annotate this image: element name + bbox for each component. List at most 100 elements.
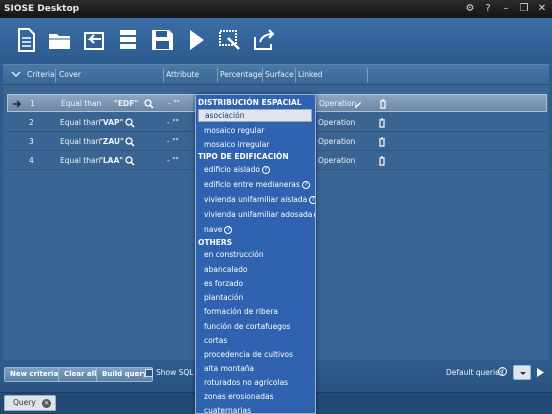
row-linked[interactable]: Operation [318, 137, 355, 146]
row-attribute[interactable]: - "" [167, 156, 179, 165]
column-divider [262, 68, 263, 82]
option-roturados-no-agricolas[interactable]: roturados no agrícolas [198, 376, 312, 389]
play-icon[interactable] [536, 367, 545, 378]
back-icon[interactable] [80, 25, 108, 55]
row-linked[interactable]: Operation [319, 99, 356, 108]
attribute-dropdown[interactable]: DISTRIBUCIÓN ESPACIAL asociación mosaico… [195, 94, 316, 414]
arrow-right-icon [13, 100, 22, 108]
option-es-forzado[interactable]: es forzado [198, 277, 312, 290]
help-icon[interactable]: ? [301, 181, 310, 189]
group-header: DISTRIBUCIÓN ESPACIAL [198, 98, 302, 107]
trash-icon[interactable] [377, 137, 387, 147]
option-zonas-erosionadas[interactable]: zonas erosionadas [198, 390, 312, 403]
edit-select-icon[interactable] [216, 25, 244, 55]
group-header: TIPO DE EDIFICACIÓN [198, 152, 289, 161]
close-button[interactable]: ✕ [536, 2, 548, 15]
restore-button[interactable]: ❐ [518, 2, 530, 15]
edit-icon[interactable] [353, 99, 363, 109]
chevron-down-icon [520, 372, 526, 375]
option-funcion-de-cortafuegos[interactable]: función de cortafuegos [198, 320, 312, 333]
trash-icon[interactable] [377, 118, 387, 128]
row-operator[interactable]: Equal than [60, 118, 100, 127]
row-value[interactable]: "VAP" [99, 118, 123, 127]
option-plantacion[interactable]: plantación [198, 291, 312, 304]
save-icon[interactable] [148, 25, 176, 55]
row-operator[interactable]: Equal than [61, 99, 101, 108]
row-number: 1 [30, 99, 35, 108]
default-queries-dropdown[interactable] [513, 365, 531, 380]
search-icon[interactable] [125, 156, 135, 166]
option-vivienda-adosada[interactable]: vivienda unifamiliar adosada? [198, 208, 315, 221]
option-abancalado[interactable]: abancalado [198, 263, 312, 276]
option-en-construccion[interactable]: en construcción [198, 248, 312, 261]
row-value[interactable]: "ZAU" [99, 137, 124, 146]
row-number: 3 [29, 137, 34, 146]
option-edificio-entre-medianeras[interactable]: edificio entre medianeras? [198, 178, 312, 191]
show-sql-label: Show SQL q [156, 368, 201, 377]
row-linked[interactable]: Operation [318, 118, 355, 127]
option-alta-montana[interactable]: alta montaña [198, 362, 312, 375]
col-linked[interactable]: Linked [298, 70, 322, 79]
show-sql-checkbox[interactable] [145, 369, 153, 377]
gear-icon[interactable]: ⚙ [464, 2, 476, 15]
option-cortas[interactable]: cortas [198, 334, 312, 347]
col-cover[interactable]: Cover [59, 70, 81, 79]
option-asociacion[interactable]: asociación [198, 109, 312, 122]
help-icon[interactable]: ? [224, 226, 233, 234]
row-linked[interactable]: Operation [318, 156, 355, 165]
help-icon[interactable]: ? [482, 2, 494, 15]
help-icon[interactable]: ? [261, 166, 270, 174]
search-icon[interactable] [125, 137, 135, 147]
toolbar [0, 18, 552, 62]
col-percentage[interactable]: Percentage [220, 70, 262, 79]
default-queries-label: Default queries [446, 368, 504, 377]
row-attribute[interactable]: - "" [167, 118, 179, 127]
help-icon[interactable]: ? [309, 196, 315, 204]
close-icon[interactable]: × [42, 399, 51, 408]
option-formacion-de-ribera[interactable]: formación de ribera [198, 305, 312, 318]
col-criteria[interactable]: Criteria [27, 70, 55, 79]
column-header: Criteria Cover Attribute Percentage Surf… [3, 65, 549, 85]
search-icon[interactable] [125, 118, 135, 128]
column-divider [163, 68, 164, 82]
tab-query[interactable]: Query × [4, 395, 56, 411]
option-mosaico-regular[interactable]: mosaico regular [198, 124, 312, 137]
row-operator[interactable]: Equal than [60, 137, 100, 146]
row-number: 2 [29, 118, 34, 127]
minimize-button[interactable]: – [500, 2, 512, 15]
new-criteria-button[interactable]: New criteria [4, 367, 65, 382]
title-bar: SIOSE Desktop ⚙ ? – ❐ ✕ [0, 0, 552, 18]
help-icon[interactable]: ? [314, 211, 315, 219]
col-surface[interactable]: Surface [265, 70, 294, 79]
collapse-icon[interactable] [11, 71, 21, 79]
server-icon[interactable] [114, 25, 142, 55]
column-divider [217, 68, 218, 82]
export-icon[interactable] [250, 25, 278, 55]
open-folder-icon[interactable] [46, 25, 74, 55]
search-icon[interactable] [144, 99, 154, 109]
row-attribute[interactable]: - "" [167, 137, 179, 146]
row-value[interactable]: "LAA" [99, 156, 123, 165]
option-mosaico-irregular[interactable]: mosaico irregular [198, 138, 312, 151]
app-title: SIOSE Desktop [4, 4, 80, 14]
trash-icon[interactable] [378, 99, 388, 109]
help-icon[interactable]: ? [498, 367, 507, 376]
option-vivienda-aislada[interactable]: vivienda unifamiliar aislada? [198, 193, 315, 206]
option-nave[interactable]: nave? [198, 223, 312, 236]
tab-label: Query [13, 398, 36, 407]
option-procedencia-de-cultivos[interactable]: procedencia de cultivos [198, 348, 312, 361]
row-attribute[interactable]: - "" [168, 99, 180, 108]
trash-icon[interactable] [377, 156, 387, 166]
row-operator[interactable]: Equal than [60, 156, 100, 165]
column-divider [367, 68, 368, 82]
option-cuaternarias[interactable]: cuaternarias [198, 404, 312, 413]
col-attribute[interactable]: Attribute [166, 70, 199, 79]
new-document-icon[interactable] [12, 25, 40, 55]
row-value[interactable]: "EDF" [114, 99, 138, 108]
column-divider [55, 68, 56, 82]
group-header: OTHERS [198, 238, 233, 247]
run-icon[interactable] [182, 25, 210, 55]
column-divider [295, 68, 296, 82]
row-number: 4 [29, 156, 34, 165]
option-edificio-aislado[interactable]: edificio aislado? [198, 163, 312, 176]
